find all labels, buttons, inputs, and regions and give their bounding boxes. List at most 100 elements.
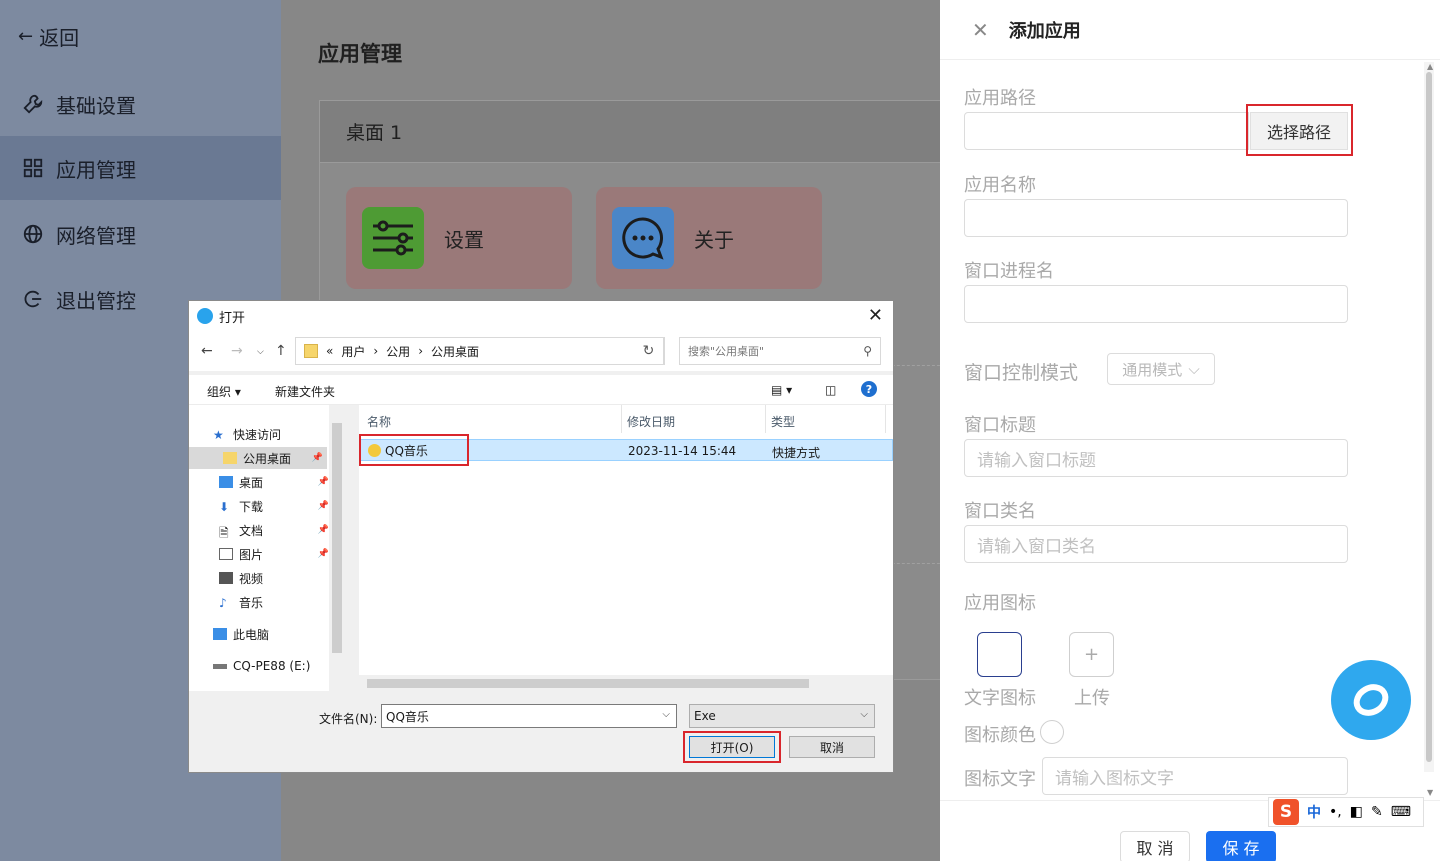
arrow-left-icon: ←: [18, 26, 34, 47]
dialog-titlebar: 打开 ✕: [189, 301, 893, 331]
scroll-up-icon[interactable]: ▲: [1427, 62, 1433, 71]
keyboard-icon[interactable]: ⌨: [1391, 804, 1411, 820]
tree-scrollbar[interactable]: [329, 405, 345, 691]
upload-box[interactable]: +: [1069, 632, 1114, 677]
filename-input[interactable]: QQ音乐 ⌵: [381, 704, 677, 728]
tree-item-documents[interactable]: 🗎 文档 📌: [219, 519, 333, 541]
mode-select[interactable]: 通用模式 ⌵: [1107, 353, 1215, 385]
breadcrumb-item[interactable]: 公用桌面: [431, 343, 479, 360]
text-icon-label: 文字图标: [964, 688, 1036, 709]
tree-item-desktop[interactable]: 桌面 📌: [219, 471, 333, 493]
tree-item-music[interactable]: ♪ 音乐: [219, 591, 333, 613]
column-header-type[interactable]: 类型: [771, 413, 795, 430]
tree-item-drive-e[interactable]: CQ-PE88 (E:): [213, 655, 327, 677]
tree-label: 文档: [239, 523, 264, 538]
scrollbar-thumb[interactable]: [367, 679, 809, 688]
close-icon[interactable]: ✕: [868, 305, 883, 326]
pen-icon[interactable]: ✎: [1371, 804, 1383, 820]
column-header-modified[interactable]: 修改日期: [627, 413, 675, 430]
app-card-settings[interactable]: 设置: [346, 187, 572, 289]
emoji-icon[interactable]: ◧: [1350, 804, 1363, 820]
organize-button[interactable]: 组织 ▾: [207, 383, 241, 400]
ime-toolbar[interactable]: S 中 •, ◧ ✎ ⌨: [1268, 797, 1424, 827]
open-file-dialog: 打开 ✕ ← → ⌵ ↑ « 用户 › 公用 › 公用桌面 ↻ 搜索"公用桌面"…: [188, 300, 894, 773]
refresh-button[interactable]: ↻: [634, 337, 664, 365]
window-title-input[interactable]: 请输入窗口标题: [964, 439, 1348, 477]
assistant-float-button[interactable]: [1331, 660, 1411, 740]
ime-lang[interactable]: 中: [1307, 802, 1321, 822]
sliders-icon: [362, 207, 424, 269]
column-separator[interactable]: [885, 405, 886, 433]
process-input[interactable]: [964, 285, 1348, 323]
name-label: 应用名称: [964, 175, 1036, 196]
tree-item-downloads[interactable]: ⬇ 下载 📌: [219, 495, 333, 517]
breadcrumb-item[interactable]: «: [326, 344, 333, 358]
pin-icon: 📌: [317, 501, 329, 511]
sidebar-item-basic-settings[interactable]: 基础设置: [0, 72, 281, 136]
search-input[interactable]: 搜索"公用桌面" ⚲: [679, 337, 881, 365]
mode-value: 通用模式: [1122, 360, 1183, 379]
app-logo-icon: [1353, 684, 1389, 716]
scrollbar[interactable]: [1424, 62, 1434, 772]
window-class-input[interactable]: 请输入窗口类名: [964, 525, 1348, 563]
color-picker[interactable]: [1040, 720, 1064, 744]
chevron-down-icon: ⌵: [860, 709, 868, 720]
pin-icon: 📌: [317, 525, 329, 535]
music-icon: ♪: [219, 596, 227, 610]
upload-label: 上传: [1074, 688, 1110, 709]
breadcrumb-item[interactable]: 用户: [341, 343, 365, 360]
scrollbar-thumb[interactable]: [332, 423, 342, 653]
column-separator[interactable]: [765, 405, 766, 433]
tree-item-videos[interactable]: 视频: [219, 567, 333, 589]
filetype-select[interactable]: Exe ⌵: [689, 704, 875, 728]
path-label: 应用路径: [964, 88, 1036, 109]
tree-item-pictures[interactable]: 图片 📌: [219, 543, 333, 565]
new-folder-button[interactable]: 新建文件夹: [275, 383, 335, 400]
scrollbar-thumb[interactable]: [1426, 72, 1432, 762]
dialog-cancel-button[interactable]: 取消: [789, 736, 875, 758]
tree-label: CQ-PE88 (E:): [233, 659, 311, 673]
sidebar-item-app-management[interactable]: 应用管理: [0, 136, 281, 200]
horizontal-scrollbar[interactable]: [359, 675, 893, 691]
tree-label: 音乐: [239, 595, 264, 610]
tree-label: 视频: [239, 571, 264, 586]
close-icon[interactable]: ✕: [972, 18, 989, 42]
tree-item-quick-access[interactable]: ★ 快速访问: [213, 423, 327, 445]
computer-icon: [213, 628, 227, 640]
sidebar-item-label: 基础设置: [56, 93, 136, 118]
sidebar-item-label: 退出管控: [56, 288, 136, 313]
ime-punct[interactable]: •,: [1329, 804, 1342, 820]
back-label: 返回: [39, 26, 80, 50]
column-separator[interactable]: [621, 405, 622, 433]
path-input[interactable]: [964, 112, 1249, 150]
app-card-about[interactable]: 关于: [596, 187, 822, 289]
preview-pane-icon[interactable]: ◫: [825, 383, 836, 397]
recent-chevron-icon[interactable]: ⌵: [257, 347, 264, 357]
chevron-down-icon[interactable]: ⌵: [662, 709, 670, 720]
cancel-button[interactable]: 取 消: [1120, 831, 1190, 861]
picture-icon: [219, 548, 233, 560]
dialog-toolbar: 组织 ▾ 新建文件夹 ▤ ▾ ◫ ?: [189, 375, 893, 405]
scroll-down-icon[interactable]: ▼: [1427, 788, 1433, 797]
up-arrow-icon[interactable]: ↑: [275, 343, 287, 359]
process-label: 窗口进程名: [964, 261, 1054, 282]
folder-icon: [223, 452, 237, 464]
sidebar-item-network-management[interactable]: 网络管理: [0, 202, 281, 266]
tree-label: 快速访问: [233, 427, 282, 442]
back-arrow-icon[interactable]: ←: [201, 343, 213, 359]
icon-text-input[interactable]: 请输入图标文字: [1042, 757, 1348, 795]
back-link[interactable]: ← 返回: [18, 22, 79, 51]
column-header-name[interactable]: 名称: [367, 413, 391, 430]
help-icon[interactable]: ?: [861, 381, 877, 397]
tree-item-this-pc[interactable]: 此电脑: [213, 623, 327, 645]
breadcrumb-item[interactable]: 公用: [386, 343, 410, 360]
icon-text-label: 图标文字: [964, 769, 1036, 790]
forward-arrow-icon[interactable]: →: [231, 343, 243, 359]
save-button[interactable]: 保 存: [1206, 831, 1276, 861]
view-options-icon[interactable]: ▤ ▾: [771, 383, 792, 397]
highlight-box: [359, 434, 469, 466]
tree-item-public-desktop[interactable]: 公用桌面 📌: [189, 447, 327, 469]
text-icon-box[interactable]: [977, 632, 1022, 677]
name-input[interactable]: [964, 199, 1348, 237]
address-bar[interactable]: « 用户 › 公用 › 公用桌面: [295, 337, 665, 365]
